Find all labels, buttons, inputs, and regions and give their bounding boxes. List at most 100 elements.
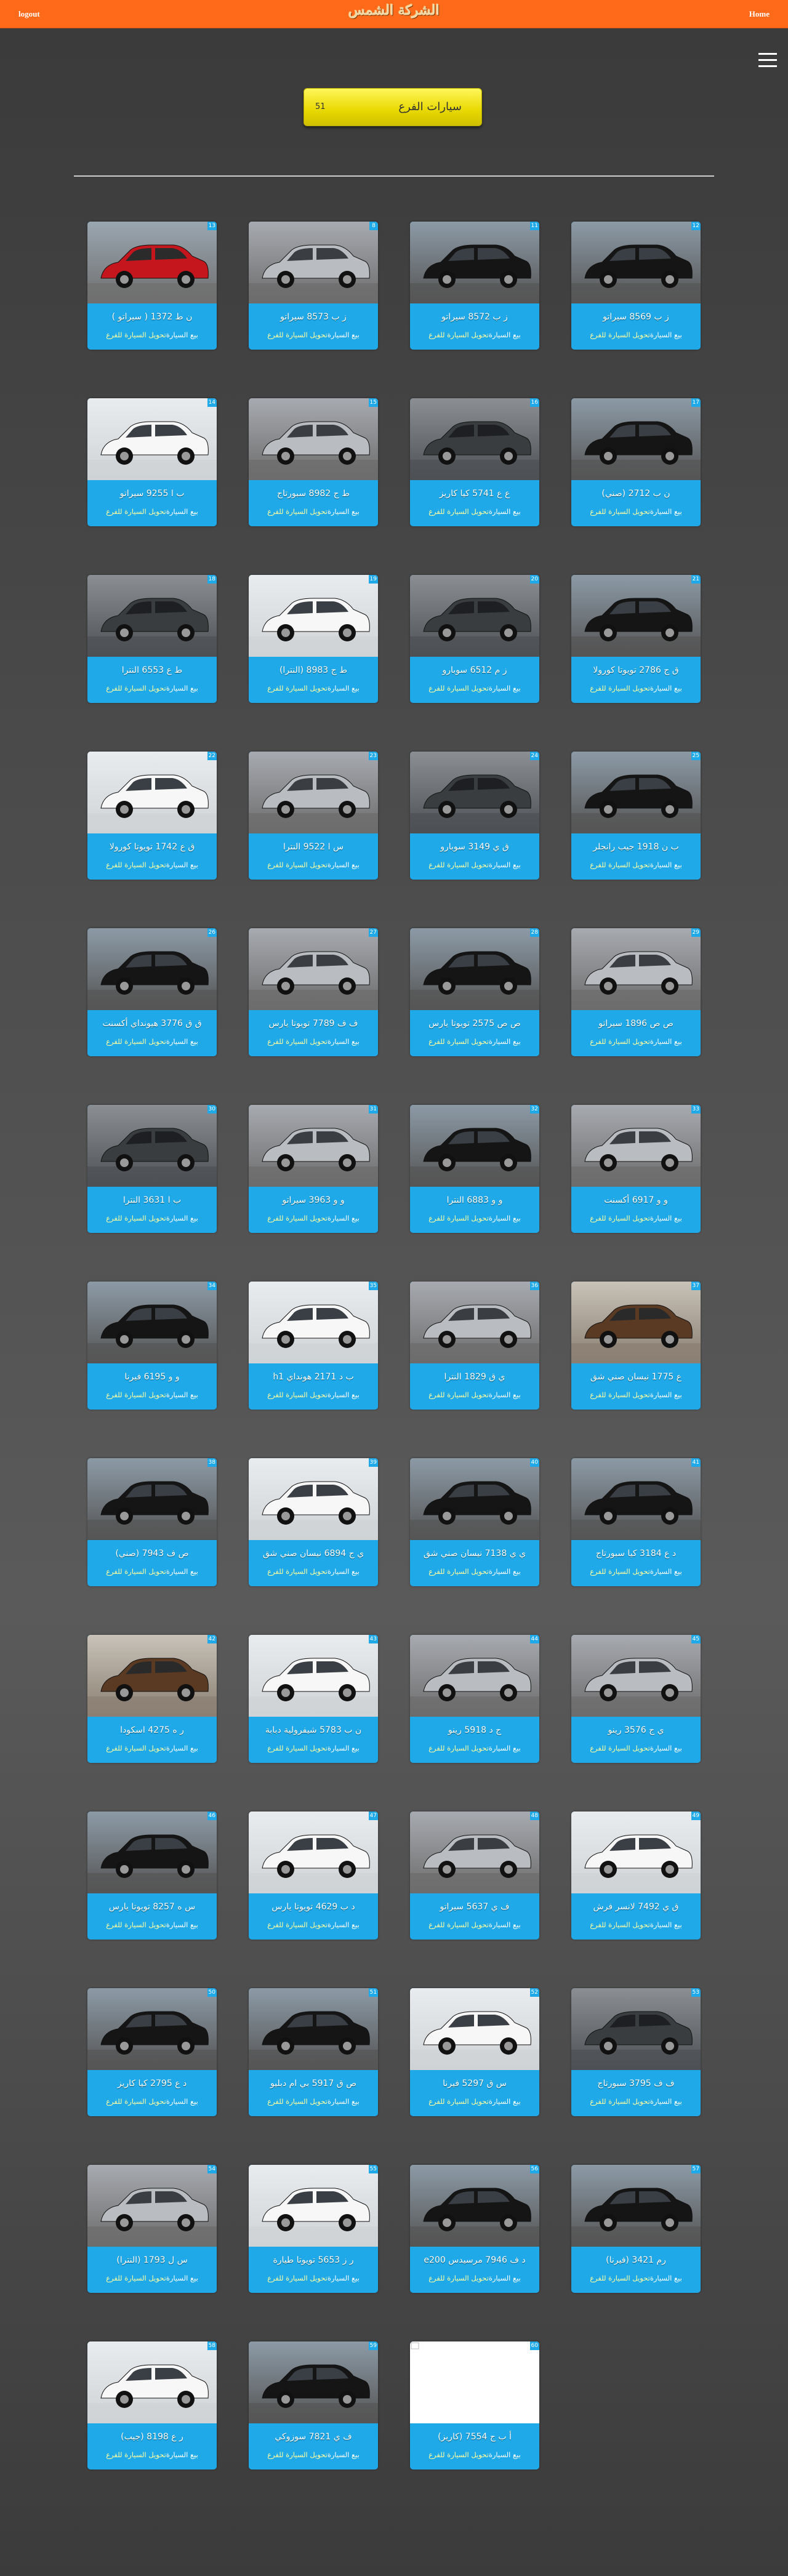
transfer-car-link[interactable]: تحويل السيارة للفرع: [267, 1390, 328, 1399]
car-card[interactable]: 11 ز ب 8572 سيراتو بيع السيارةتحويل السيار…: [410, 222, 539, 350]
car-card[interactable]: 42 ر ه 4275 اسكودا بيع السيارةتحويل السيار…: [87, 1635, 217, 1763]
sell-car-link[interactable]: بيع السيارة: [328, 861, 360, 869]
sell-car-link[interactable]: بيع السيارة: [166, 2450, 198, 2459]
car-photo[interactable]: [249, 1458, 378, 1540]
transfer-car-link[interactable]: تحويل السيارة للفرع: [267, 684, 328, 692]
sell-car-link[interactable]: بيع السيارة: [489, 1744, 521, 1752]
car-card[interactable]: 12 ز ب 8569 سيراتو بيع السيارةتحويل السيار…: [571, 222, 701, 350]
car-photo[interactable]: [87, 1988, 217, 2070]
car-card[interactable]: 36 ي ق 1829 النترا بيع السيارةتحويل السيار…: [410, 1282, 539, 1410]
sell-car-link[interactable]: بيع السيارة: [166, 2097, 198, 2106]
car-card[interactable]: 43 ن ب 5783 شيفرولية دبابة بيع السيارةتحوي…: [249, 1635, 378, 1763]
car-card[interactable]: 21 ق ج 2786 تويوتا كورولا بيع السيارةتحويل…: [571, 575, 701, 703]
sell-car-link[interactable]: بيع السيارة: [328, 2274, 360, 2282]
car-photo[interactable]: [410, 222, 539, 303]
transfer-car-link[interactable]: تحويل السيارة للفرع: [106, 1920, 166, 1929]
car-photo[interactable]: [571, 1812, 701, 1893]
car-photo[interactable]: [249, 1988, 378, 2070]
car-card[interactable]: 55 ر ز 5653 تويوتا طيارة بيع السيارةتحويل …: [249, 2165, 378, 2293]
car-photo[interactable]: [571, 1105, 701, 1187]
sell-car-link[interactable]: بيع السيارة: [328, 1744, 360, 1752]
sell-car-link[interactable]: بيع السيارة: [650, 1920, 682, 1929]
car-card[interactable]: 18 ط ع 6553 النترا بيع السيارةتحويل السيار…: [87, 575, 217, 703]
transfer-car-link[interactable]: تحويل السيارة للفرع: [267, 331, 328, 339]
sell-car-link[interactable]: بيع السيارة: [166, 1920, 198, 1929]
car-card[interactable]: 27 ف ف 7789 تويوتا يارس بيع السيارةتحويل ا…: [249, 928, 378, 1056]
car-photo[interactable]: [87, 222, 217, 303]
sell-car-link[interactable]: بيع السيارة: [489, 507, 521, 516]
sell-car-link[interactable]: بيع السيارة: [650, 2097, 682, 2106]
car-photo[interactable]: [410, 928, 539, 1010]
sell-car-link[interactable]: بيع السيارة: [166, 1567, 198, 1576]
transfer-car-link[interactable]: تحويل السيارة للفرع: [428, 507, 489, 516]
transfer-car-link[interactable]: تحويل السيارة للفرع: [106, 2274, 166, 2282]
car-photo[interactable]: [249, 2165, 378, 2247]
transfer-car-link[interactable]: تحويل السيارة للفرع: [267, 507, 328, 516]
transfer-car-link[interactable]: تحويل السيارة للفرع: [106, 1567, 166, 1576]
transfer-car-link[interactable]: تحويل السيارة للفرع: [590, 684, 650, 692]
sell-car-link[interactable]: بيع السيارة: [489, 2274, 521, 2282]
car-photo[interactable]: [249, 752, 378, 833]
transfer-car-link[interactable]: تحويل السيارة للفرع: [106, 2097, 166, 2106]
car-photo[interactable]: [87, 752, 217, 833]
car-photo[interactable]: [410, 1812, 539, 1893]
car-card[interactable]: 25 ب ن 1918 جيب رانجلر بيع السيارةتحويل ال…: [571, 752, 701, 880]
transfer-car-link[interactable]: تحويل السيارة للفرع: [428, 684, 489, 692]
transfer-car-link[interactable]: تحويل السيارة للفرع: [590, 2097, 650, 2106]
transfer-car-link[interactable]: تحويل السيارة للفرع: [428, 1920, 489, 1929]
sell-car-link[interactable]: بيع السيارة: [650, 1567, 682, 1576]
car-photo[interactable]: [249, 575, 378, 657]
car-card[interactable]: 60 أ ب ج 7554 (كاريز) بيع السيارةتحويل الس…: [410, 2341, 539, 2470]
car-photo[interactable]: [87, 2165, 217, 2247]
sell-car-link[interactable]: بيع السيارة: [328, 2450, 360, 2459]
sell-car-link[interactable]: بيع السيارة: [489, 2097, 521, 2106]
transfer-car-link[interactable]: تحويل السيارة للفرع: [267, 2450, 328, 2459]
transfer-car-link[interactable]: تحويل السيارة للفرع: [267, 1037, 328, 1046]
transfer-car-link[interactable]: تحويل السيارة للفرع: [428, 1037, 489, 1046]
transfer-car-link[interactable]: تحويل السيارة للفرع: [428, 2450, 489, 2459]
transfer-car-link[interactable]: تحويل السيارة للفرع: [428, 1744, 489, 1752]
car-card[interactable]: 24 ق ي 3149 سوبارو بيع السيارةتحويل السيار…: [410, 752, 539, 880]
transfer-car-link[interactable]: تحويل السيارة للفرع: [590, 1567, 650, 1576]
car-photo[interactable]: [571, 1988, 701, 2070]
sell-car-link[interactable]: بيع السيارة: [166, 1744, 198, 1752]
car-card[interactable]: 49 ق ي 7492 لانسر فرش بيع السيارةتحويل الس…: [571, 1812, 701, 1940]
transfer-car-link[interactable]: تحويل السيارة للفرع: [590, 2274, 650, 2282]
car-card[interactable]: 51 ص ق 5917 بي ام دبليو بيع السيارةتحويل ا…: [249, 1988, 378, 2116]
transfer-car-link[interactable]: تحويل السيارة للفرع: [428, 1567, 489, 1576]
car-card[interactable]: 29 ص ص 1896 سيراتو بيع السيارةتحويل السيار…: [571, 928, 701, 1056]
sell-car-link[interactable]: بيع السيارة: [328, 684, 360, 692]
car-card[interactable]: 13 ن ط 1372 ( سيراتو ) بيع السيارةتحويل ال…: [87, 222, 217, 350]
car-card[interactable]: 14 ب ا 9255 سيراتو بيع السيارةتحويل السيار…: [87, 398, 217, 526]
transfer-car-link[interactable]: تحويل السيارة للفرع: [590, 1037, 650, 1046]
car-photo[interactable]: [571, 2165, 701, 2247]
sell-car-link[interactable]: بيع السيارة: [166, 1037, 198, 1046]
car-card[interactable]: 40 ي ي 7138 نيسان صني شق بيع السيارةتحويل …: [410, 1458, 539, 1586]
car-photo[interactable]: [571, 928, 701, 1010]
transfer-car-link[interactable]: تحويل السيارة للفرع: [590, 861, 650, 869]
transfer-car-link[interactable]: تحويل السيارة للفرع: [267, 861, 328, 869]
car-photo[interactable]: [571, 1458, 701, 1540]
sell-car-link[interactable]: بيع السيارة: [166, 2274, 198, 2282]
car-photo[interactable]: [249, 928, 378, 1010]
car-photo[interactable]: [249, 1105, 378, 1187]
sell-car-link[interactable]: بيع السيارة: [650, 684, 682, 692]
sell-car-link[interactable]: بيع السيارة: [650, 1037, 682, 1046]
transfer-car-link[interactable]: تحويل السيارة للفرع: [590, 331, 650, 339]
car-card[interactable]: 8 ز ب 8573 سيراتو بيع السيارةتحويل السيارة…: [249, 222, 378, 350]
car-photo[interactable]: [249, 1282, 378, 1363]
sell-car-link[interactable]: بيع السيارة: [328, 2097, 360, 2106]
car-photo[interactable]: [571, 398, 701, 480]
sell-car-link[interactable]: بيع السيارة: [489, 2450, 521, 2459]
sell-car-link[interactable]: بيع السيارة: [328, 507, 360, 516]
transfer-car-link[interactable]: تحويل السيارة للفرع: [590, 1390, 650, 1399]
car-photo[interactable]: [87, 398, 217, 480]
car-photo[interactable]: [571, 1282, 701, 1363]
sell-car-link[interactable]: بيع السيارة: [489, 1567, 521, 1576]
transfer-car-link[interactable]: تحويل السيارة للفرع: [590, 507, 650, 516]
car-card[interactable]: 20 ز م 6512 سوبارو بيع السيارةتحويل السيار…: [410, 575, 539, 703]
sell-car-link[interactable]: بيع السيارة: [166, 684, 198, 692]
car-photo[interactable]: [410, 398, 539, 480]
car-photo[interactable]: [571, 575, 701, 657]
car-photo[interactable]: [249, 1812, 378, 1893]
